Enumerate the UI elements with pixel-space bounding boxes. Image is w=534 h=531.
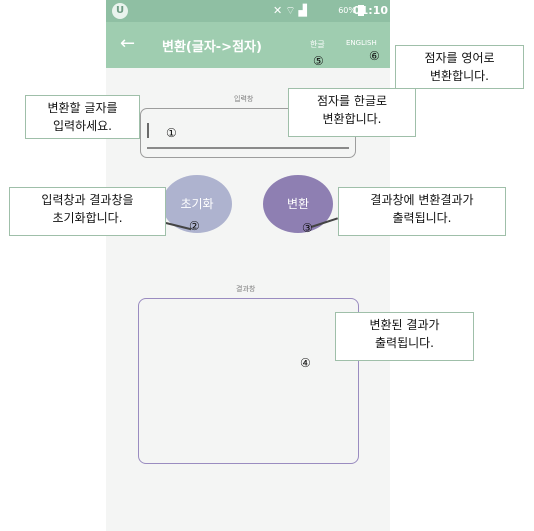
annotation-marker-4: ④ (300, 356, 311, 370)
annotation-text-6b: 변환합니다. (429, 69, 489, 83)
korean-mode-button[interactable]: 한글 (310, 39, 325, 50)
annotation-box-2: 입력창과 결과창을 초기화합니다. (9, 187, 166, 236)
app-bar: ← 변환(글자->점자) 한글 ENGLISH (106, 22, 390, 68)
english-mode-button[interactable]: ENGLISH (346, 39, 377, 47)
status-bar: U ✕⌔▟ 60% 01:10 (106, 0, 390, 22)
result-label: 결과창 (236, 285, 256, 293)
annotation-marker-5: ⑤ (313, 54, 324, 68)
input-label: 입력창 (234, 95, 254, 103)
annotation-text-1a: 변환할 글자를 (47, 101, 118, 115)
annotation-marker-1: ① (166, 126, 177, 140)
annotation-box-5: 점자를 한글로 변환합니다. (288, 88, 416, 137)
back-arrow-icon[interactable]: ← (120, 33, 135, 54)
result-output-area (138, 298, 359, 464)
annotation-text-5b: 변환합니다. (322, 112, 382, 126)
annotation-text-3a: 결과창에 변환결과가 (370, 193, 474, 207)
signal-icon: ▟ (298, 4, 310, 17)
annotation-marker-6: ⑥ (369, 49, 380, 63)
annotation-text-3b: 출력됩니다. (392, 211, 452, 225)
convert-button[interactable]: 변환 (263, 175, 333, 233)
system-icons: ✕⌔▟ (273, 4, 310, 18)
clock: 01:10 (352, 4, 388, 17)
page-title: 변환(글자->점자) (162, 40, 262, 55)
annotation-box-4: 변환된 결과가 출력됩니다. (335, 312, 474, 361)
annotation-marker-3: ③ (302, 221, 313, 235)
wifi-icon: ⌔ (285, 4, 299, 17)
text-cursor (147, 123, 149, 138)
annotation-box-1: 변환할 글자를 입력하세요. (25, 95, 140, 139)
annotation-box-3: 결과창에 변환결과가 출력됩니다. (338, 187, 506, 236)
annotation-text-4a: 변환된 결과가 (369, 318, 440, 332)
input-underline (147, 147, 349, 149)
annotation-text-4b: 출력됩니다. (374, 336, 434, 350)
app-notification-icon: U (112, 3, 128, 19)
annotation-marker-2: ② (189, 219, 200, 233)
annotation-text-1b: 입력하세요. (52, 119, 112, 133)
annotation-text-6a: 점자를 영어로 (424, 51, 495, 65)
phone-screen: U ✕⌔▟ 60% 01:10 ← 변환(글자->점자) 한글 ENGLISH … (106, 0, 390, 531)
annotation-box-6: 점자를 영어로 변환합니다. (395, 45, 524, 89)
annotation-text-2a: 입력창과 결과창을 (41, 193, 134, 207)
annotation-text-5a: 점자를 한글로 (316, 94, 388, 108)
mute-icon: ✕ (272, 4, 286, 17)
annotation-text-2b: 초기화합니다. (52, 211, 123, 225)
